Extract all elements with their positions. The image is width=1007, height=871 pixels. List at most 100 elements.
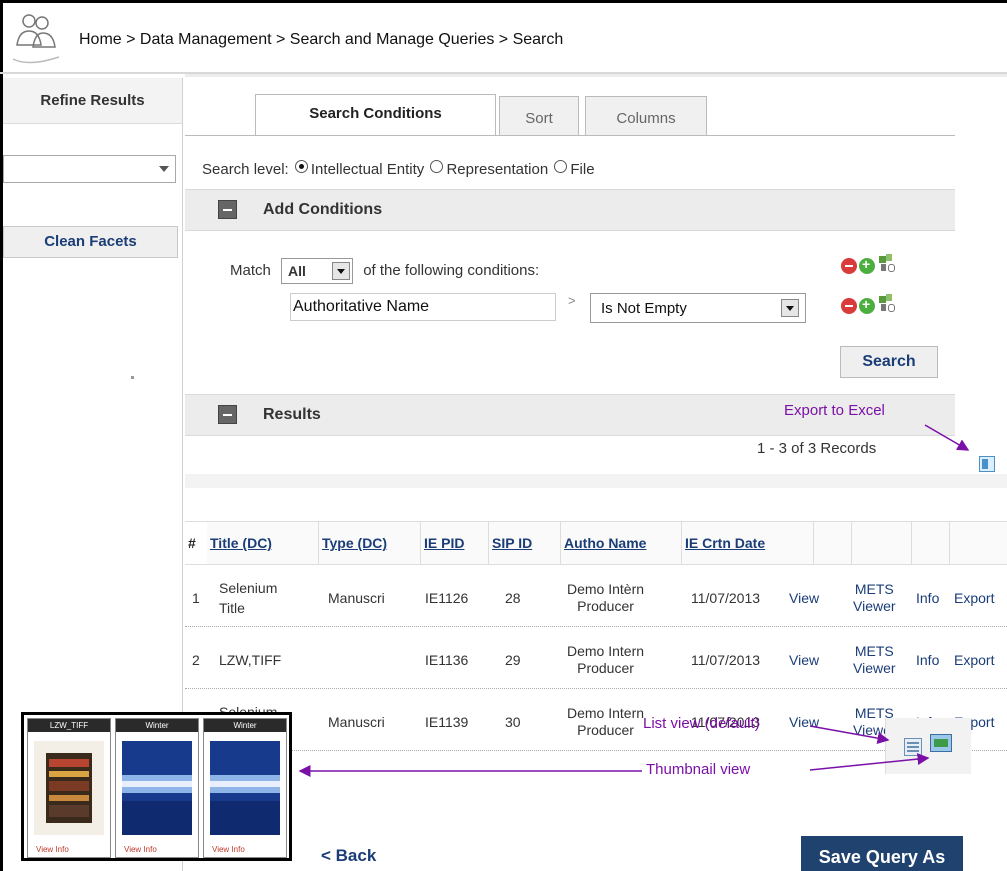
radio-label-representation: Representation	[446, 161, 549, 178]
row-type: Manuscri	[328, 714, 385, 730]
chevron-down-icon	[781, 299, 799, 317]
radio-label-intellectual-entity: Intellectual Entity	[310, 161, 425, 178]
column-header-autho-name[interactable]: Autho Name	[561, 522, 682, 564]
autho-line-1: Demo Intern	[567, 643, 645, 659]
collapse-icon[interactable]	[218, 405, 237, 424]
users-logo-icon	[12, 14, 60, 64]
main-panel: Search Conditions Sort Columns Search le…	[185, 78, 1007, 871]
mets-line-2: Viewer	[853, 660, 896, 676]
column-header-export	[950, 522, 1007, 564]
column-header-sip-id[interactable]: SIP ID	[489, 522, 561, 564]
results-title: Results	[263, 406, 321, 423]
clean-facets-button[interactable]: Clean Facets	[3, 226, 178, 258]
info-link[interactable]: Info	[916, 569, 939, 627]
match-row: Match All of the following conditions:	[230, 258, 539, 284]
row-autho-name: Demo Intern Producer	[567, 693, 644, 751]
row-sip-id: 28	[505, 590, 521, 606]
thumbnail-card[interactable]: Winter View Info	[115, 718, 199, 858]
thumbnail-label: LZW_TIFF	[28, 719, 110, 732]
mets-viewer-link[interactable]: METS Viewer	[853, 569, 896, 627]
search-level-row: Search level: Intellectual Entity Repres…	[202, 160, 595, 178]
remove-condition-icon[interactable]	[841, 298, 857, 314]
search-level-label: Search level:	[202, 161, 289, 178]
radio-representation[interactable]	[430, 160, 444, 173]
row-sip-id: 29	[505, 652, 521, 668]
export-link[interactable]: Export	[954, 631, 994, 689]
table-row: 2 LZW,TIFF IE1136 29 Demo Intern Producer…	[185, 631, 1007, 689]
row-date: 11/07/2013	[691, 590, 761, 606]
mets-line-1: METS	[854, 643, 894, 659]
thumbnail-image	[34, 741, 104, 835]
autho-line-1: Demo Intèrn	[567, 581, 645, 597]
row-ie-pid: IE1136	[425, 652, 469, 668]
sidebar-dot	[131, 376, 134, 379]
search-button[interactable]: Search	[840, 346, 938, 378]
facet-select[interactable]	[3, 155, 176, 183]
radio-file[interactable]	[554, 160, 568, 173]
condition-separator: >	[568, 293, 576, 308]
add-condition-icon[interactable]	[859, 256, 875, 274]
row-autho-name: Demo Intern Producer	[567, 631, 644, 689]
autho-line-2: Producer	[577, 722, 634, 738]
row-ie-pid: IE1139	[425, 714, 469, 730]
group-condition-icon[interactable]	[879, 294, 899, 314]
export-excel-icon[interactable]	[979, 456, 995, 472]
thumbnail-card[interactable]: Winter View Info	[203, 718, 287, 858]
list-view-icon[interactable]	[904, 738, 922, 756]
export-link[interactable]: Export	[954, 569, 994, 627]
row-type: Manuscri	[328, 590, 385, 606]
tab-sort[interactable]: Sort	[499, 96, 579, 136]
info-link[interactable]: Info	[916, 631, 939, 689]
condition-field-input[interactable]: Authoritative Name	[290, 293, 556, 321]
collapse-icon[interactable]	[218, 200, 237, 219]
mets-line-1: METS	[854, 581, 894, 597]
mets-line-2: Viewer	[853, 598, 896, 614]
add-conditions-bar: Add Conditions	[185, 189, 955, 231]
back-link[interactable]: < Back	[321, 846, 376, 866]
thumbnail-image	[210, 741, 280, 835]
add-condition-icon[interactable]	[859, 296, 875, 314]
view-link[interactable]: View	[789, 693, 819, 751]
column-header-number: #	[185, 522, 207, 564]
add-conditions-title: Add Conditions	[263, 201, 383, 218]
breadcrumb: Home > Data Management > Search and Mana…	[79, 31, 564, 48]
group-condition-icon[interactable]	[879, 254, 899, 274]
match-suffix: of the following conditions:	[363, 261, 540, 279]
thumbnail-label: Winter	[204, 719, 286, 732]
header: Home > Data Management > Search and Mana…	[3, 3, 1007, 73]
thumbnail-card[interactable]: LZW_TIFF View Info	[27, 718, 111, 858]
thumbnail-caption: View Info	[124, 845, 157, 854]
save-query-as-button[interactable]: Save Query As	[801, 836, 963, 871]
column-header-ie-crtn-date[interactable]: IE Crtn Date	[682, 522, 814, 564]
thumbnail-label: Winter	[116, 719, 198, 732]
thumbnail-view-icon[interactable]	[930, 734, 952, 752]
condition-row-actions	[841, 294, 921, 316]
thumbnail-preview: LZW_TIFF View Info Winter View Info Wint…	[21, 712, 292, 861]
tab-columns[interactable]: Columns	[585, 96, 707, 136]
tab-search-conditions[interactable]: Search Conditions	[255, 94, 496, 136]
row-date: 11/07/2013	[691, 652, 761, 668]
row-sip-id: 30	[505, 714, 521, 730]
row-number: 2	[192, 652, 200, 668]
match-select[interactable]: All	[281, 258, 354, 284]
column-header-type[interactable]: Type (DC)	[319, 522, 421, 564]
view-link[interactable]: View	[789, 569, 819, 627]
column-header-info	[912, 522, 950, 564]
export-excel-annotation: Export to Excel	[784, 402, 885, 419]
remove-condition-icon[interactable]	[841, 258, 857, 274]
radio-intellectual-entity[interactable]	[294, 160, 308, 173]
table-row: 3 Selenium Title Manuscri IE1139 30 Demo…	[185, 693, 1007, 751]
view-link[interactable]: View	[789, 631, 819, 689]
row-number: 1	[192, 590, 200, 606]
row-title: LZW,TIFF	[219, 652, 282, 668]
condition-operator-select[interactable]: Is Not Empty	[590, 293, 806, 323]
column-header-ie-pid[interactable]: IE PID	[421, 522, 489, 564]
autho-line-1: Demo Intern	[567, 705, 645, 721]
chevron-down-icon	[332, 262, 351, 280]
thumbnail-image	[122, 741, 192, 835]
list-view-annotation: List view (default)	[643, 715, 760, 732]
column-header-title[interactable]: Title (DC)	[207, 522, 319, 564]
mets-viewer-link[interactable]: METS Viewer	[853, 631, 896, 689]
radio-label-file: File	[570, 161, 595, 178]
autho-line-2: Producer	[577, 660, 634, 676]
